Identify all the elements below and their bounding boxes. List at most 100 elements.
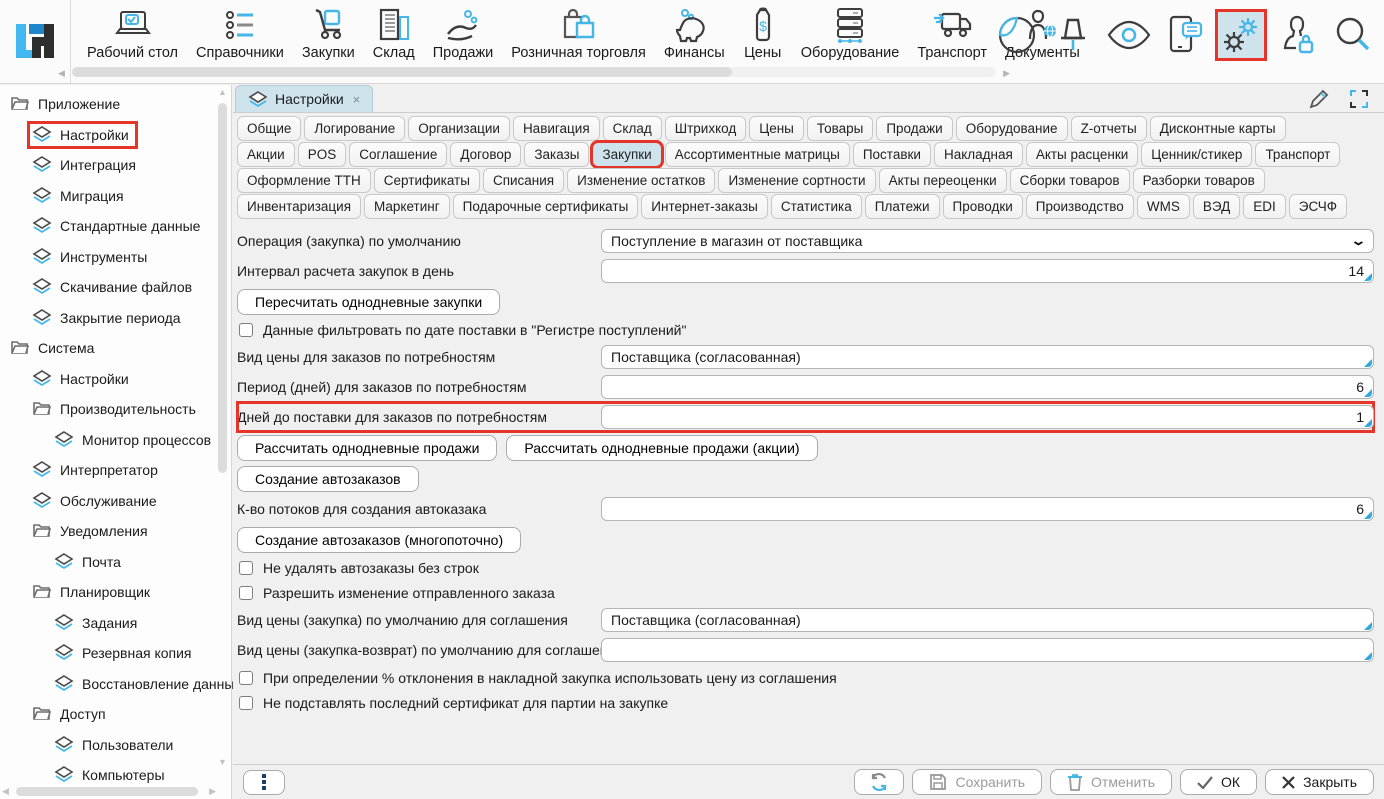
more-actions-button[interactable] bbox=[243, 770, 285, 795]
form-input-4[interactable]: Поставщика (согласованная) bbox=[601, 345, 1374, 369]
sidebar-item-13[interactable]: Обслуживание bbox=[0, 486, 215, 517]
toolbar-item-9[interactable]: Транспорт bbox=[908, 2, 996, 65]
scroll-left-icon[interactable]: ◀ bbox=[2, 786, 9, 797]
settings-tab-3-3[interactable]: Интернет-заказы bbox=[641, 194, 768, 219]
settings-tab-1-2[interactable]: Соглашение bbox=[349, 142, 447, 167]
settings-tab-1-1[interactable]: POS bbox=[298, 142, 347, 167]
scroll-down-icon[interactable]: ▼ bbox=[218, 757, 227, 767]
save-button[interactable]: Сохранить bbox=[912, 769, 1042, 795]
search-button[interactable] bbox=[1330, 12, 1376, 58]
cancel-button[interactable]: Отменить bbox=[1050, 769, 1172, 795]
settings-tab-3-10[interactable]: EDI bbox=[1243, 194, 1286, 219]
checkbox[interactable] bbox=[239, 323, 253, 337]
form-input-6[interactable]: 1 bbox=[601, 405, 1374, 429]
toolbar-item-2[interactable]: Закупки bbox=[293, 2, 364, 65]
sidebar-item-16[interactable]: Планировщик bbox=[0, 577, 215, 608]
sidebar-hscroll-thumb[interactable] bbox=[16, 787, 198, 796]
toolbar-item-6[interactable]: Финансы bbox=[655, 2, 734, 65]
sidebar-item-8[interactable]: Система bbox=[0, 333, 215, 364]
toolbar-item-3[interactable]: Склад bbox=[364, 2, 424, 65]
settings-tab-0-0[interactable]: Общие bbox=[237, 116, 301, 141]
expand-icon[interactable] bbox=[1348, 88, 1370, 110]
settings-tab-3-8[interactable]: WMS bbox=[1137, 194, 1190, 219]
settings-tab-1-11[interactable]: Транспорт bbox=[1255, 142, 1340, 167]
sidebar-item-4[interactable]: Стандартные данные bbox=[0, 211, 215, 242]
doc-tab-settings[interactable]: Настройки × bbox=[235, 85, 373, 112]
settings-tab-3-7[interactable]: Производство bbox=[1026, 194, 1134, 219]
sidebar-item-21[interactable]: Пользователи bbox=[0, 730, 215, 761]
sidebar-item-2[interactable]: Интеграция bbox=[0, 150, 215, 181]
form-input-1[interactable]: 14 bbox=[601, 259, 1374, 283]
toolbar-scroll-thumb[interactable] bbox=[72, 67, 732, 77]
settings-tab-0-5[interactable]: Штрихкод bbox=[665, 116, 747, 141]
pie-chart-button[interactable] bbox=[994, 12, 1040, 58]
settings-tab-0-9[interactable]: Оборудование bbox=[956, 116, 1068, 141]
toolbar-scroll-track[interactable] bbox=[72, 67, 996, 77]
settings-tab-0-7[interactable]: Товары bbox=[807, 116, 873, 141]
settings-tab-3-9[interactable]: ВЭД bbox=[1193, 194, 1240, 219]
sidebar-hscrollbar[interactable]: ◀ ▶ bbox=[2, 786, 216, 797]
settings-tab-2-3[interactable]: Изменение остатков bbox=[567, 168, 715, 193]
settings-tab-1-3[interactable]: Договор bbox=[450, 142, 521, 167]
settings-tab-1-6[interactable]: Ассортиментные матрицы bbox=[665, 142, 850, 167]
settings-gear-button[interactable] bbox=[1218, 12, 1264, 58]
sidebar-item-6[interactable]: Скачивание файлов bbox=[0, 272, 215, 303]
scroll-right-icon[interactable]: ▶ bbox=[209, 786, 216, 797]
form-input-5[interactable]: 6 bbox=[601, 375, 1374, 399]
settings-tab-0-11[interactable]: Дисконтные карты bbox=[1150, 116, 1286, 141]
sidebar-item-5[interactable]: Инструменты bbox=[0, 242, 215, 273]
toolbar-scrollbar[interactable]: ◀ ▶ bbox=[58, 66, 1010, 78]
settings-tab-3-6[interactable]: Проводки bbox=[943, 194, 1023, 219]
toolbar-item-4[interactable]: Продажи bbox=[424, 2, 503, 65]
settings-tab-3-11[interactable]: ЭСЧФ bbox=[1289, 194, 1347, 219]
settings-tab-3-0[interactable]: Инвентаризация bbox=[237, 194, 361, 219]
form-input-14[interactable] bbox=[601, 638, 1374, 662]
settings-tab-1-4[interactable]: Заказы bbox=[524, 142, 589, 167]
settings-tab-0-1[interactable]: Логирование bbox=[304, 116, 405, 141]
checkbox[interactable] bbox=[239, 696, 253, 710]
toolbar-item-8[interactable]: Оборудование bbox=[792, 2, 909, 65]
settings-tab-3-2[interactable]: Подарочные сертификаты bbox=[453, 194, 639, 219]
settings-tab-3-5[interactable]: Платежи bbox=[865, 194, 940, 219]
phone-chat-button[interactable] bbox=[1162, 12, 1208, 58]
settings-tab-1-0[interactable]: Акции bbox=[237, 142, 295, 167]
sidebar-vscrollbar[interactable]: ▲ ▼ bbox=[217, 87, 229, 781]
form-action-button-2-0[interactable]: Пересчитать однодневные закупки bbox=[237, 289, 500, 315]
sidebar-item-7[interactable]: Закрытие периода bbox=[0, 303, 215, 334]
sidebar-item-9[interactable]: Настройки bbox=[0, 364, 215, 395]
settings-tab-3-1[interactable]: Маркетинг bbox=[364, 194, 450, 219]
settings-tab-2-7[interactable]: Разборки товаров bbox=[1133, 168, 1265, 193]
settings-tab-2-5[interactable]: Акты переоценки bbox=[879, 168, 1007, 193]
form-action-button-10-0[interactable]: Создание автозаказов (многопоточно) bbox=[237, 527, 521, 553]
settings-tab-0-6[interactable]: Цены bbox=[749, 116, 804, 141]
pin-button[interactable] bbox=[1050, 12, 1096, 58]
settings-tab-2-1[interactable]: Сертификаты bbox=[374, 168, 480, 193]
checkbox[interactable] bbox=[239, 561, 253, 575]
form-input-13[interactable]: Поставщика (согласованная) bbox=[601, 608, 1374, 632]
ok-button[interactable]: ОК bbox=[1180, 769, 1257, 795]
checkbox[interactable] bbox=[239, 586, 253, 600]
settings-tab-2-6[interactable]: Сборки товаров bbox=[1010, 168, 1130, 193]
settings-tab-1-9[interactable]: Акты расценки bbox=[1026, 142, 1138, 167]
settings-tab-0-10[interactable]: Z-отчеты bbox=[1071, 116, 1147, 141]
toolbar-item-0[interactable]: Рабочий стол bbox=[78, 2, 187, 65]
sidebar-item-10[interactable]: Производительность bbox=[0, 394, 215, 425]
settings-tab-2-0[interactable]: Оформление ТТН bbox=[237, 168, 371, 193]
close-icon[interactable]: × bbox=[353, 92, 361, 107]
sidebar-item-15[interactable]: Почта bbox=[0, 547, 215, 578]
form-select-0[interactable]: Поступление в магазин от поставщика ⌄ bbox=[601, 229, 1374, 253]
scroll-left-icon[interactable]: ◀ bbox=[58, 68, 65, 79]
user-lock-button[interactable] bbox=[1274, 12, 1320, 58]
pencil-icon[interactable] bbox=[1308, 88, 1330, 110]
sidebar-item-11[interactable]: Монитор процессов bbox=[0, 425, 215, 456]
settings-tab-1-8[interactable]: Накладная bbox=[934, 142, 1023, 167]
form-action-button-8-0[interactable]: Создание автозаказов bbox=[237, 466, 419, 492]
settings-tab-2-4[interactable]: Изменение сортности bbox=[718, 168, 875, 193]
sidebar-item-12[interactable]: Интерпретатор bbox=[0, 455, 215, 486]
sidebar-item-19[interactable]: Восстановление данных bbox=[0, 669, 215, 700]
sidebar-item-0[interactable]: Приложение bbox=[0, 89, 215, 120]
sidebar-item-3[interactable]: Миграция bbox=[0, 181, 215, 212]
settings-tab-1-7[interactable]: Поставки bbox=[853, 142, 931, 167]
settings-tab-0-3[interactable]: Навигация bbox=[513, 116, 600, 141]
close-button[interactable]: Закрыть bbox=[1265, 769, 1374, 795]
